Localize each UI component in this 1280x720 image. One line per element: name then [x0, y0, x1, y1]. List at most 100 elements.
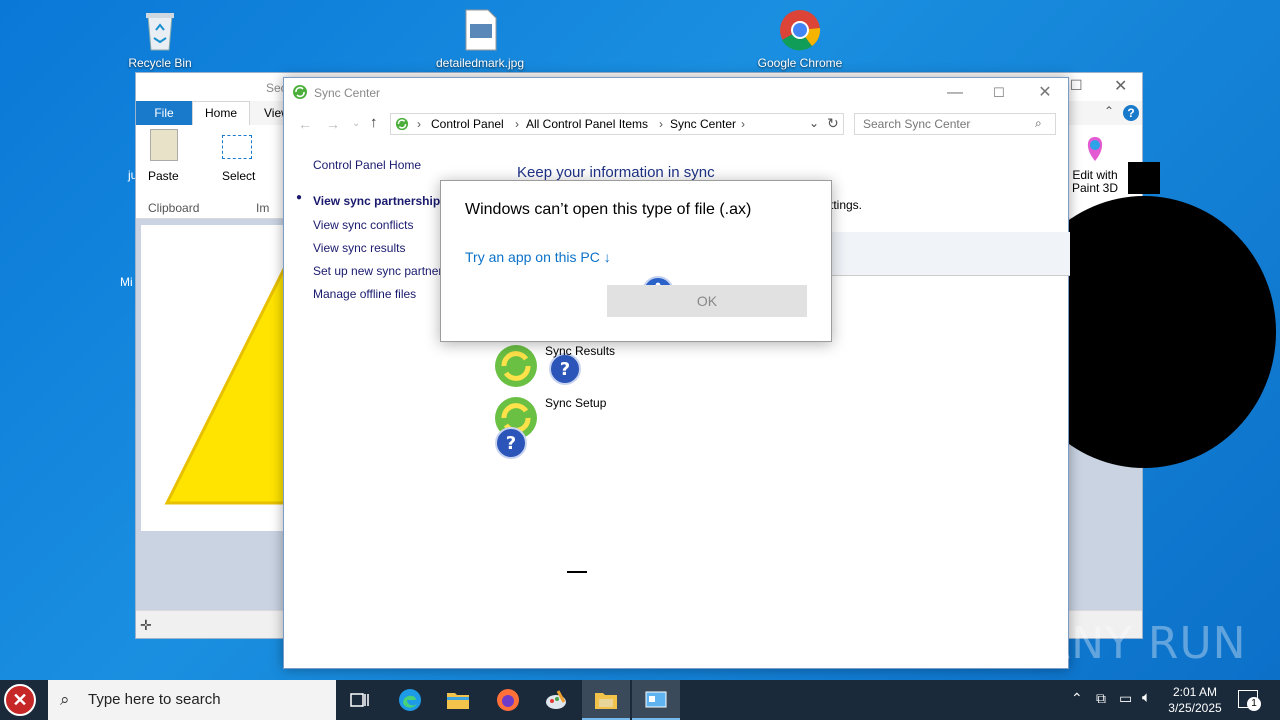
desktop-icon-label: detailedmark.jpg [435, 56, 525, 70]
desktop-partial-label: Mi [120, 275, 133, 289]
control-panel-icon [645, 691, 667, 708]
address-dropdown-icon[interactable]: ⌄ [809, 116, 819, 130]
sync-setup-item[interactable]: ? Sync Setup [494, 394, 606, 459]
edit-with-paint3d-button[interactable]: Edit with Paint 3D [1070, 169, 1120, 195]
volume-icon[interactable]: 🔈︎ [1142, 689, 1151, 706]
network-icon[interactable]: ▭ [1119, 690, 1132, 707]
search-icon: ⌕ [60, 690, 70, 709]
desktop-icon-recycle-bin[interactable]: Recycle Bin [110, 8, 210, 70]
desktop-icon-label: Google Chrome [757, 56, 843, 70]
select-icon [222, 135, 252, 159]
taskbar-search-placeholder: Type here to search [88, 691, 221, 708]
task-view-icon [350, 693, 369, 707]
paint-icon [546, 690, 566, 709]
cursor-artifact [567, 571, 587, 573]
try-app-link[interactable]: Try an app on this PC ↓ [465, 249, 611, 265]
nav-view-sync-partnerships[interactable]: View sync partnerships [313, 194, 447, 208]
help-icon[interactable]: ? [1123, 105, 1139, 121]
watermark: ANY RUN [1040, 618, 1247, 669]
taskbar-control-panel[interactable] [632, 680, 680, 720]
desktop-icon-jpg-file[interactable]: detailedmark.jpg [430, 8, 530, 70]
window-title: Sync Center [314, 86, 381, 100]
nav-view-sync-results[interactable]: View sync results [313, 241, 405, 255]
taskbar-explorer-window[interactable] [582, 680, 630, 720]
nav-selected-bullet: ● [296, 192, 303, 203]
move-cursor-icon: ✛ [140, 617, 152, 633]
sync-titlebar[interactable]: Sync Center — ☐ ✕ [284, 78, 1068, 108]
redaction-square [1128, 162, 1160, 194]
breadcrumb-separator: › [659, 117, 663, 131]
sync-results-item[interactable]: ? Sync Results [494, 342, 615, 395]
clock-time: 2:01 AM [1172, 685, 1218, 699]
paint-close-button[interactable]: ✕ [1114, 76, 1127, 96]
paint-canvas[interactable] [141, 225, 293, 531]
show-hidden-icons[interactable]: ⌃ [1071, 690, 1083, 707]
network-device-icon[interactable]: ⧉ [1096, 690, 1106, 707]
breadcrumb-sync-center[interactable]: Sync Center [670, 117, 736, 131]
taskbar: ✕ ⌕ Type here to search ⌃ ⧉ ▭ 🔈︎ 2:01 AM… [0, 680, 1280, 720]
sync-center-window[interactable]: Sync Center — ☐ ✕ ← → ⌄ ↑ › Control Pane… [283, 77, 1070, 669]
tab-file[interactable]: File [136, 101, 192, 125]
open-with-dialog[interactable]: Windows can’t open this type of file (.a… [440, 180, 832, 342]
partial-description: ttings. [830, 198, 863, 212]
breadcrumb-all-items[interactable]: All Control Panel Items [526, 117, 648, 131]
taskbar-file-explorer[interactable] [434, 680, 482, 720]
taskbar-firefox[interactable] [484, 680, 532, 720]
select-button[interactable]: Select [222, 169, 255, 183]
taskbar-edge[interactable] [386, 680, 434, 720]
close-button[interactable]: ✕ [1034, 82, 1056, 104]
paint-maximize-button[interactable]: ☐ [1070, 77, 1083, 94]
address-bar[interactable]: › Control Panel › All Control Panel Item… [390, 113, 844, 135]
error-start-icon[interactable]: ✕ [4, 684, 36, 716]
clock[interactable]: 2:01 AM 3/25/2025 [1160, 684, 1230, 716]
back-button[interactable]: ← [298, 116, 312, 132]
image-file-icon [458, 8, 502, 52]
recent-locations-button[interactable]: ⌄ [352, 118, 360, 129]
paint3d-icon [1082, 135, 1108, 163]
firefox-icon [497, 689, 519, 711]
taskbar-search-box[interactable]: ⌕ Type here to search [48, 680, 336, 720]
breadcrumb-control-panel[interactable]: Control Panel [431, 117, 504, 131]
breadcrumb-separator: › [417, 117, 421, 131]
taskbar-paint[interactable] [532, 680, 580, 720]
search-input[interactable]: Search Sync Center ⌕ [854, 113, 1056, 135]
info-bar [824, 232, 1070, 276]
question-mark-icon: ? [495, 427, 527, 459]
forward-button[interactable]: → [326, 116, 340, 132]
yellow-triangle-shape [164, 254, 293, 505]
sync-center-icon [395, 117, 409, 131]
maximize-button[interactable]: ☐ [988, 82, 1010, 104]
item-label: Sync Results [545, 344, 616, 358]
recycle-bin-icon [138, 8, 182, 52]
chrome-icon [778, 8, 822, 52]
up-button[interactable]: ↑ [370, 114, 378, 131]
paste-button[interactable]: Paste [148, 169, 179, 183]
search-placeholder: Search Sync Center [863, 117, 971, 131]
nav-manage-offline-files[interactable]: Manage offline files [313, 287, 416, 301]
notification-icon[interactable]: 1 [1238, 690, 1261, 711]
edge-icon [399, 689, 421, 711]
svg-text:?: ? [506, 433, 516, 454]
nav-setup-sync-partnership[interactable]: Set up new sync partner [313, 264, 442, 278]
refresh-icon[interactable]: ↻ [827, 115, 839, 132]
search-icon: ⌕ [1035, 116, 1042, 130]
breadcrumb-separator: › [515, 117, 519, 131]
notification-count: 1 [1247, 697, 1261, 711]
nav-control-panel-home[interactable]: Control Panel Home [313, 158, 421, 172]
collapse-ribbon-icon[interactable]: ⌃ [1104, 104, 1114, 118]
sync-icon [495, 345, 537, 387]
image-group-label: Im [256, 201, 270, 215]
task-view-button[interactable] [336, 680, 384, 720]
desktop-icon-chrome[interactable]: Google Chrome [750, 8, 850, 70]
breadcrumb-separator: › [741, 117, 745, 131]
dialog-message: Windows can’t open this type of file (.a… [465, 201, 752, 218]
page-heading: Keep your information in sync [517, 164, 715, 181]
svg-text:?: ? [560, 359, 570, 380]
minimize-button[interactable]: — [944, 82, 966, 104]
folder-icon [595, 693, 617, 709]
desktop-icon-label: Recycle Bin [128, 56, 192, 70]
folder-icon [447, 693, 469, 709]
ok-button[interactable]: OK [607, 285, 807, 317]
tab-home[interactable]: Home [192, 101, 250, 125]
nav-view-sync-conflicts[interactable]: View sync conflicts [313, 218, 413, 232]
